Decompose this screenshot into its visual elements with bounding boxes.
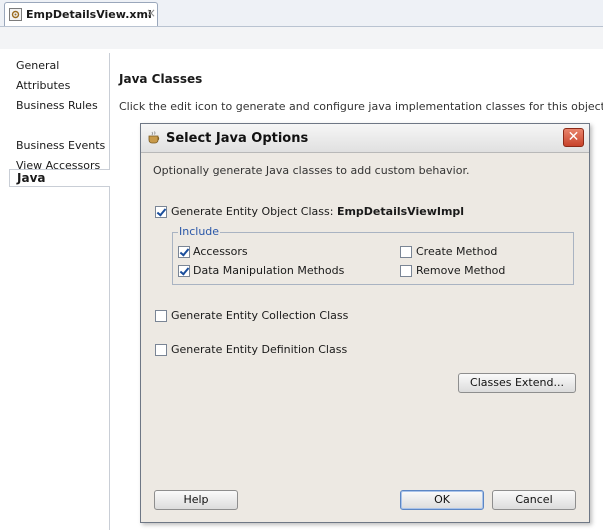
accessors-label: Accessors bbox=[193, 245, 248, 258]
data-manipulation-checkbox[interactable] bbox=[178, 265, 190, 277]
select-java-options-dialog: Select Java Options ✕ Optionally generat… bbox=[140, 123, 590, 523]
create-method-checkbox[interactable] bbox=[400, 246, 412, 258]
section-description: Click the edit icon to generate and conf… bbox=[119, 100, 603, 113]
cancel-button[interactable]: Cancel bbox=[492, 490, 576, 510]
nav-item-java-label: Java bbox=[17, 171, 46, 185]
dialog-close-button[interactable]: ✕ bbox=[563, 128, 584, 147]
editor-tab-empdetailsview[interactable]: EmpDetailsView.xml × bbox=[4, 2, 158, 26]
editor-tab-strip: EmpDetailsView.xml × bbox=[0, 0, 603, 27]
entity-file-icon bbox=[9, 8, 22, 21]
accessors-checkbox[interactable] bbox=[178, 246, 190, 258]
generate-collection-label: Generate Entity Collection Class bbox=[171, 309, 349, 322]
close-icon: ✕ bbox=[567, 129, 580, 145]
nav-item-business-rules[interactable]: Business Rules bbox=[16, 99, 98, 112]
include-group: Include Accessors Data Manipulation Meth… bbox=[172, 225, 574, 285]
java-cup-icon bbox=[148, 131, 160, 144]
generate-entity-object-checkbox[interactable] bbox=[155, 206, 167, 218]
generate-collection-checkbox[interactable] bbox=[155, 310, 167, 322]
nav-item-general[interactable]: General bbox=[16, 59, 59, 72]
ok-button[interactable]: OK bbox=[400, 490, 484, 510]
editor-toolbar-area bbox=[0, 27, 603, 49]
close-tab-icon[interactable]: × bbox=[146, 6, 156, 20]
nav-item-attributes[interactable]: Attributes bbox=[16, 79, 70, 92]
dialog-title-bar[interactable]: Select Java Options ✕ bbox=[141, 124, 589, 153]
help-button[interactable]: Help bbox=[154, 490, 238, 510]
generate-definition-checkbox[interactable] bbox=[155, 344, 167, 356]
nav-item-view-accessors[interactable]: View Accessors bbox=[16, 159, 100, 172]
editor-tab-label: EmpDetailsView.xml bbox=[26, 8, 152, 21]
remove-method-checkbox[interactable] bbox=[400, 265, 412, 277]
data-manipulation-label: Data Manipulation Methods bbox=[193, 264, 345, 277]
create-method-label: Create Method bbox=[416, 245, 498, 258]
remove-method-label: Remove Method bbox=[416, 264, 506, 277]
include-group-title: Include bbox=[178, 225, 221, 238]
nav-item-business-events[interactable]: Business Events bbox=[16, 139, 105, 152]
dialog-body: Optionally generate Java classes to add … bbox=[141, 153, 589, 522]
entity-object-class-name: EmpDetailsViewImpl bbox=[336, 205, 465, 218]
generate-definition-label: Generate Entity Definition Class bbox=[171, 343, 348, 356]
overview-nav: General Attributes Business Rules Java B… bbox=[0, 53, 110, 530]
classes-extend-button[interactable]: Classes Extend... bbox=[458, 373, 576, 393]
generate-entity-object-label: Generate Entity Object Class: EmpDetails… bbox=[171, 205, 464, 218]
dialog-title: Select Java Options bbox=[166, 131, 309, 146]
dialog-intro-text: Optionally generate Java classes to add … bbox=[153, 164, 470, 177]
section-heading: Java Classes bbox=[119, 72, 203, 86]
generate-entity-object-prefix: Generate Entity Object Class: bbox=[171, 205, 337, 218]
